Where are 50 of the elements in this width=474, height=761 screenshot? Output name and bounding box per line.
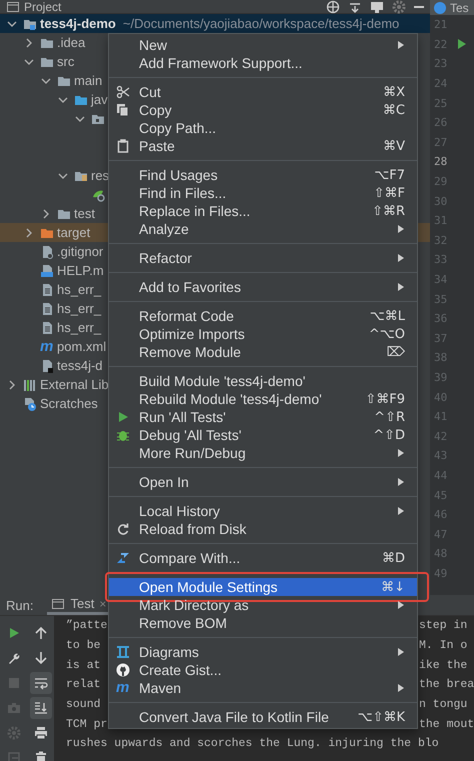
shortcut-label: ⌘X <box>383 84 405 100</box>
shortcut-label: ⌥⇧⌘K <box>358 710 405 724</box>
shortcut-label: ^⇧D <box>373 428 405 442</box>
shortcut-label: ⌥F7 <box>374 168 405 182</box>
console-text: relat <box>66 678 101 692</box>
console-text: ike the <box>419 658 468 672</box>
item-label: hs_err_ <box>57 282 102 297</box>
item-label: res <box>91 168 110 183</box>
shortcut-label: ⌥⌘L <box>370 308 405 324</box>
run-label: Run: <box>6 598 34 612</box>
item-label: pom.xml <box>57 339 106 354</box>
console-text: TCM pr <box>66 718 108 731</box>
item-label: hs_err_ <box>57 320 102 335</box>
shortcut-label: ⌘↓ <box>381 580 405 594</box>
shortcut-label: ⇧⌘F9 <box>365 392 405 406</box>
shortcut-label: ⌘C <box>382 102 405 118</box>
maven-glyph: m <box>116 681 130 695</box>
shortcut-label: ^⌥O <box>368 326 405 342</box>
console-text: is at <box>66 658 101 672</box>
console-text: ”patte <box>66 619 108 632</box>
item-label: hs_err_ <box>57 301 102 316</box>
console-text: to be <box>66 639 101 652</box>
item-label: .idea <box>57 35 86 50</box>
console-text: the mout <box>419 718 474 731</box>
item-label: tess4j-d <box>57 358 103 373</box>
maven-glyph: m <box>40 340 54 354</box>
item-label: .gitignor <box>57 244 104 259</box>
project-path: ~/Documents/yaojiabao/workspace/tess4j-demo <box>122 16 400 31</box>
item-label: target <box>57 225 90 240</box>
item-label: jav <box>91 92 108 107</box>
shortcut-label: ⇧⌘R <box>372 204 405 218</box>
console-text: n tongu <box>419 698 468 712</box>
item-label: test <box>74 206 95 221</box>
item-label: tess4j-demo <box>40 16 116 31</box>
shortcut-label: ⌦ <box>386 344 405 360</box>
console-text: sound <box>66 698 101 712</box>
item-label: main <box>74 73 102 88</box>
shortcut-label: ⇧⌘F <box>374 186 405 200</box>
console-text: step in <box>419 619 468 632</box>
item-label: Scratches <box>40 396 98 411</box>
item-label: External Lib <box>40 377 109 392</box>
item-label: HELP.m <box>57 263 104 278</box>
console-text: M. In o <box>419 639 468 652</box>
console-text: rushes upwards and scorches the Lung. injuring the blo <box>66 737 439 750</box>
line-number: 28 <box>433 155 448 168</box>
console-text: the brea <box>419 678 474 692</box>
item-label: src <box>57 54 74 69</box>
shortcut-label: ⌘V <box>383 138 405 154</box>
shortcut-label: ^⇧R <box>374 410 405 424</box>
shortcut-label: ⌘D <box>382 550 405 566</box>
